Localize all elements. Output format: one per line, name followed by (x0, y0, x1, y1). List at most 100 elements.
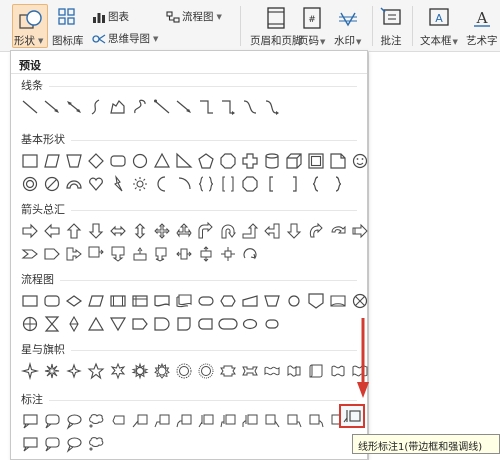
comment-button[interactable]: 批注 (380, 7, 402, 48)
basic-shapes-shape-item[interactable] (107, 174, 129, 194)
flowchart-shape-item[interactable] (217, 291, 239, 311)
callouts-shape-item[interactable] (41, 434, 63, 454)
lines-shape-item[interactable] (195, 97, 217, 117)
shape-button-label[interactable]: 形状 ▼ (14, 33, 43, 48)
block-arrows-shape-item[interactable] (63, 221, 85, 241)
callouts-shape-item[interactable] (19, 411, 41, 431)
flowchart-shape-item[interactable] (283, 291, 305, 311)
stars-banners-shape-item[interactable] (261, 361, 283, 381)
callouts-shape-item[interactable] (63, 411, 85, 431)
block-arrows-shape-item[interactable] (305, 221, 327, 241)
basic-shapes-shape-item[interactable] (239, 174, 261, 194)
block-arrows-shape-item[interactable] (41, 221, 63, 241)
basic-shapes-shape-item[interactable] (239, 151, 261, 171)
basic-shapes-shape-item[interactable] (261, 151, 283, 171)
block-arrows-shape-item[interactable] (107, 221, 129, 241)
flowchart-shape-item[interactable] (19, 291, 41, 311)
flowchart-shape-item[interactable] (195, 291, 217, 311)
callouts-shape-item[interactable] (129, 411, 151, 431)
block-arrows-shape-item[interactable] (327, 221, 349, 241)
lines-shape-item[interactable] (85, 97, 107, 117)
stars-banners-shape-item[interactable] (239, 361, 261, 381)
basic-shapes-shape-item[interactable] (151, 174, 173, 194)
basic-shapes-shape-item[interactable] (151, 151, 173, 171)
stars-banners-shape-item[interactable] (85, 361, 107, 381)
flowchart-shape-item[interactable] (151, 291, 173, 311)
callouts-shape-item[interactable] (63, 434, 85, 454)
basic-shapes-shape-item[interactable] (41, 151, 63, 171)
lines-shape-item[interactable] (19, 97, 41, 117)
wordart-button[interactable]: A 艺术字 (466, 7, 498, 48)
flowchart-button[interactable]: 流程图 ▼ (166, 9, 222, 24)
flowchart-shape-item[interactable] (107, 291, 129, 311)
header-footer-button[interactable]: 页眉和页脚 (250, 7, 303, 48)
flowchart-shape-item[interactable] (173, 291, 195, 311)
basic-shapes-shape-item[interactable] (19, 151, 41, 171)
block-arrows-shape-item[interactable] (173, 221, 195, 241)
block-arrows-shape-item[interactable] (85, 221, 107, 241)
stars-banners-shape-item[interactable] (129, 361, 151, 381)
basic-shapes-shape-item[interactable] (349, 151, 371, 171)
callouts-shape-item[interactable] (239, 411, 261, 431)
basic-shapes-shape-item[interactable] (305, 174, 327, 194)
block-arrows-shape-item[interactable] (195, 221, 217, 241)
watermark-button[interactable]: 水印▼ (334, 7, 361, 48)
stars-banners-shape-item[interactable] (305, 361, 327, 381)
block-arrows-shape-item[interactable] (195, 244, 217, 264)
basic-shapes-shape-item[interactable] (173, 174, 195, 194)
flowchart-shape-item[interactable] (217, 314, 239, 334)
lines-shape-item[interactable] (239, 97, 261, 117)
basic-shapes-shape-item[interactable] (85, 151, 107, 171)
block-arrows-shape-item[interactable] (217, 221, 239, 241)
flowchart-shape-item[interactable] (305, 291, 327, 311)
block-arrows-shape-item[interactable] (217, 244, 239, 264)
callouts-shape-item[interactable] (195, 411, 217, 431)
basic-shapes-shape-item[interactable] (327, 151, 349, 171)
callouts-shape-item[interactable] (305, 411, 327, 431)
flowchart-shape-item[interactable] (239, 314, 261, 334)
callouts-shape-item[interactable] (283, 411, 305, 431)
callouts-shape-item[interactable] (261, 411, 283, 431)
block-arrows-shape-item[interactable] (239, 221, 261, 241)
lines-shape-item[interactable] (173, 97, 195, 117)
basic-shapes-shape-item[interactable] (63, 151, 85, 171)
basic-shapes-shape-item[interactable] (217, 151, 239, 171)
page-number-button[interactable]: # 页码▼ (298, 7, 325, 48)
lines-shape-item[interactable] (41, 97, 63, 117)
callouts-shape-item[interactable] (173, 411, 195, 431)
lines-shape-item[interactable] (63, 97, 85, 117)
basic-shapes-shape-item[interactable] (305, 151, 327, 171)
stars-banners-shape-item[interactable] (327, 361, 349, 381)
flowchart-shape-item[interactable] (239, 291, 261, 311)
lines-shape-item[interactable] (151, 97, 173, 117)
flowchart-shape-item[interactable] (195, 314, 217, 334)
stars-banners-shape-item[interactable] (173, 361, 195, 381)
block-arrows-shape-item[interactable] (239, 244, 261, 264)
basic-shapes-shape-item[interactable] (217, 174, 239, 194)
flowchart-shape-item[interactable] (41, 314, 63, 334)
block-arrows-shape-item[interactable] (85, 244, 107, 264)
icon-library-icon[interactable] (58, 8, 78, 26)
callouts-shape-item[interactable] (85, 411, 107, 431)
block-arrows-shape-item[interactable] (173, 244, 195, 264)
chart-button[interactable]: 图表 (92, 9, 129, 24)
flowchart-shape-item[interactable] (63, 291, 85, 311)
block-arrows-shape-item[interactable] (151, 244, 173, 264)
block-arrows-shape-item[interactable] (107, 244, 129, 264)
flowchart-shape-item[interactable] (261, 291, 283, 311)
stars-banners-shape-item[interactable] (41, 361, 63, 381)
icon-library-button[interactable]: 图标库 (52, 33, 84, 48)
block-arrows-shape-item[interactable] (349, 221, 371, 241)
flowchart-shape-item[interactable] (327, 291, 349, 311)
flowchart-shape-item[interactable] (129, 314, 151, 334)
mindmap-button[interactable]: 思维导图 ▼ (92, 31, 158, 46)
flowchart-shape-item[interactable] (85, 314, 107, 334)
flowchart-shape-item[interactable] (41, 291, 63, 311)
flowchart-shape-item[interactable] (173, 314, 195, 334)
callouts-shape-item[interactable] (107, 411, 129, 431)
lines-shape-item[interactable] (129, 97, 151, 117)
textbox-button[interactable]: A 文本框▼ (420, 7, 458, 48)
selected-shape-line-callout-1[interactable] (339, 404, 365, 428)
block-arrows-shape-item[interactable] (63, 244, 85, 264)
block-arrows-shape-item[interactable] (261, 221, 283, 241)
